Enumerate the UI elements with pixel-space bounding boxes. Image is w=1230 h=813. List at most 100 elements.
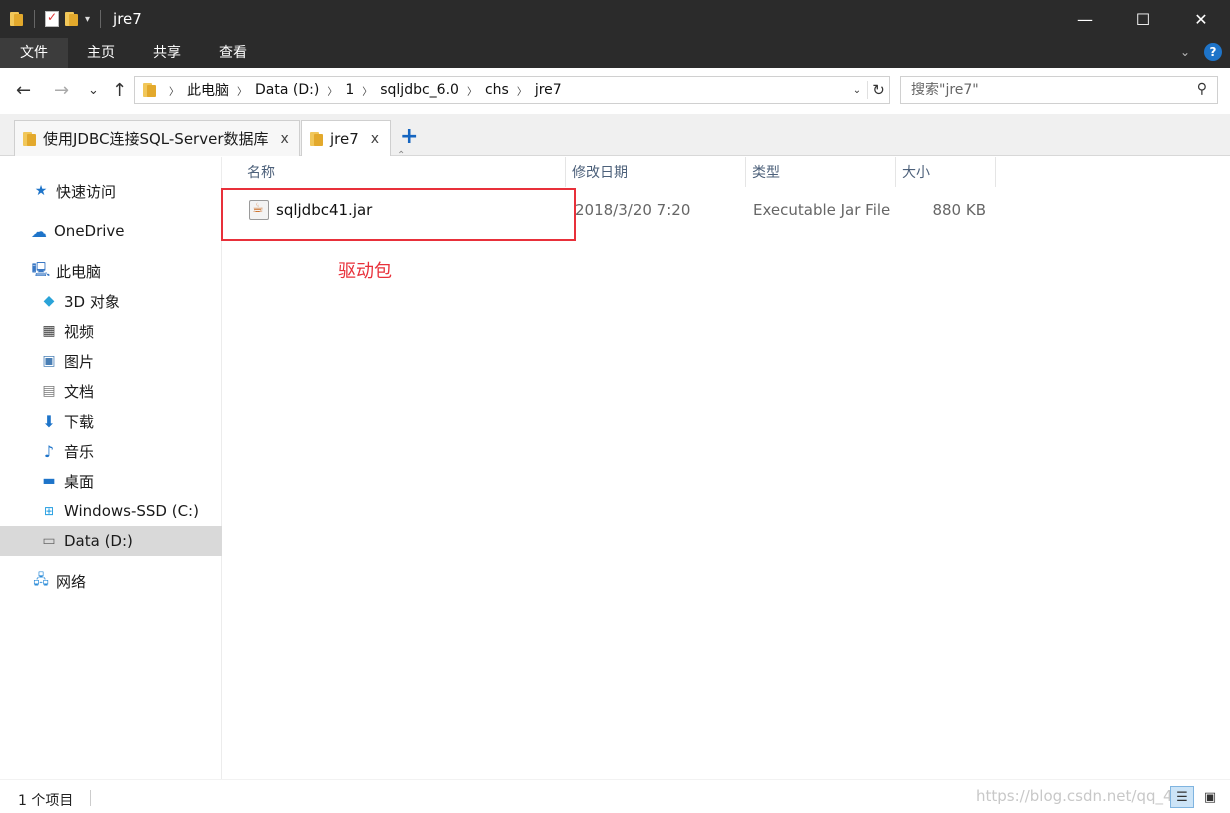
sidebar-item-onedrive[interactable]: ☁ OneDrive: [0, 216, 222, 246]
breadcrumb-data-d[interactable]: Data (D:): [247, 82, 327, 98]
sidebar-item-label: 图片: [64, 352, 95, 371]
sidebar-item-data-d[interactable]: ▭ Data (D:): [0, 526, 222, 556]
maximize-button[interactable]: ☐: [1114, 0, 1172, 38]
sidebar-item-desktop[interactable]: ▬ 桌面: [0, 466, 222, 496]
sidebar-item-this-pc[interactable]: 🖳 此电脑: [0, 256, 222, 286]
address-history-dropdown-icon[interactable]: ⌄: [847, 85, 867, 96]
breadcrumb-sqljdbc[interactable]: sqljdbc_6.0: [372, 82, 467, 98]
breadcrumb-chs[interactable]: chs: [477, 82, 517, 98]
properties-icon[interactable]: [45, 10, 59, 27]
ribbon-tab-file[interactable]: 文件: [0, 38, 68, 68]
large-icons-view-icon[interactable]: ▣: [1198, 786, 1222, 808]
file-date: 2018/3/20 7:20: [575, 201, 691, 219]
forward-button[interactable]: →: [54, 80, 69, 101]
sidebar-item-label: 此电脑: [56, 262, 102, 281]
column-header-date[interactable]: 修改日期: [566, 157, 746, 187]
sidebar-item-documents[interactable]: ▤ 文档: [0, 376, 222, 406]
details-view-icon[interactable]: ☰: [1170, 786, 1194, 808]
sidebar-item-label: 桌面: [64, 472, 95, 491]
highlight-annotation-box: [221, 188, 576, 241]
desktop-icon: ▬: [42, 473, 56, 489]
cube-icon: ◆: [43, 293, 55, 309]
picture-icon: ▣: [42, 353, 56, 369]
expand-ribbon-chevron-icon[interactable]: ⌄: [1180, 45, 1190, 59]
folder-tab-label: 使用JDBC连接SQL-Server数据库: [43, 130, 269, 148]
folder-tab-jdbc[interactable]: 使用JDBC连接SQL-Server数据库 x: [14, 120, 300, 156]
sidebar-item-3d-objects[interactable]: ◆ 3D 对象: [0, 286, 222, 316]
breadcrumb-separator-icon[interactable]: 〉: [327, 83, 337, 98]
sidebar-item-label: 音乐: [64, 442, 95, 461]
window-controls: — ☐ ✕: [1056, 0, 1230, 38]
recent-locations-button[interactable]: ⌄: [88, 83, 99, 98]
status-bar: 1 个项目 https://blog.csdn.net/qq_45 ☰ ▣: [0, 779, 1230, 813]
column-header-size[interactable]: 大小: [896, 157, 996, 187]
file-list: ⌃ 名称 修改日期 类型 大小 sqljdbc41.jar 2018/3/20 …: [221, 150, 1230, 779]
close-tab-icon[interactable]: x: [281, 131, 289, 147]
sidebar-item-label: Windows-SSD (C:): [64, 502, 199, 520]
toolbar-divider: [100, 10, 102, 28]
folder-tab-jre7[interactable]: jre7 x: [301, 120, 391, 156]
document-icon: ▤: [42, 383, 56, 399]
search-box[interactable]: ⚲: [900, 76, 1218, 104]
file-size: 880 KB: [932, 201, 986, 219]
sidebar-item-label: OneDrive: [54, 222, 125, 240]
folder-icon: [143, 82, 157, 98]
breadcrumb-jre7[interactable]: jre7: [527, 82, 570, 98]
address-bar[interactable]: 〉 此电脑 〉 Data (D:) 〉 1 〉 sqljdbc_6.0 〉 ch…: [134, 76, 890, 104]
sidebar-item-label: 快速访问: [56, 182, 117, 201]
sidebar-item-pictures[interactable]: ▣ 图片: [0, 346, 222, 376]
folder-icon: [310, 131, 324, 147]
minimize-button[interactable]: —: [1056, 0, 1114, 38]
sidebar-item-videos[interactable]: ▦ 视频: [0, 316, 222, 346]
breadcrumb-separator-icon[interactable]: 〉: [237, 83, 247, 98]
status-divider: [90, 790, 91, 806]
ribbon-tab-home[interactable]: 主页: [68, 38, 134, 68]
download-icon: ⬇: [42, 411, 56, 431]
folder-tabs-bar: 使用JDBC连接SQL-Server数据库 x jre7 x +: [0, 114, 1230, 156]
new-folder-icon[interactable]: [65, 11, 79, 27]
sidebar-item-label: 网络: [56, 572, 87, 591]
sidebar-item-downloads[interactable]: ⬇ 下载: [0, 406, 222, 436]
network-icon: 🖧: [33, 572, 49, 588]
search-input[interactable]: [911, 82, 1181, 98]
sidebar-item-music[interactable]: ♪ 音乐: [0, 436, 222, 466]
sidebar-item-label: 3D 对象: [64, 292, 120, 311]
breadcrumb-separator-icon[interactable]: 〉: [169, 83, 179, 98]
column-header-name[interactable]: 名称: [241, 157, 566, 187]
add-tab-button[interactable]: +: [400, 124, 418, 149]
refresh-icon[interactable]: ↻: [867, 81, 889, 99]
breadcrumb-1[interactable]: 1: [337, 82, 362, 98]
sidebar-item-network[interactable]: 🖧 网络: [0, 566, 222, 596]
ribbon-tabs: 文件 主页 共享 查看 ⌄ ?: [0, 38, 1230, 68]
annotation-label: 驱动包: [338, 261, 392, 282]
ribbon-tab-share[interactable]: 共享: [134, 38, 200, 68]
sidebar-item-quick-access[interactable]: ★ 快速访问: [0, 176, 222, 206]
column-header-type[interactable]: 类型: [746, 157, 896, 187]
ribbon-tab-view[interactable]: 查看: [200, 38, 266, 68]
up-button[interactable]: ↑: [112, 80, 127, 101]
file-type: Executable Jar File: [753, 201, 891, 219]
quick-access-toolbar: ▾: [0, 0, 105, 38]
sidebar-item-windows-ssd[interactable]: ⊞ Windows-SSD (C:): [0, 496, 222, 526]
address-bar-actions: ⌄ ↻: [847, 77, 889, 103]
breadcrumb-this-pc[interactable]: 此电脑: [179, 80, 237, 100]
ribbon-right-controls: ⌄ ?: [1180, 43, 1222, 61]
sidebar-item-label: Data (D:): [64, 532, 133, 550]
breadcrumb-separator-icon[interactable]: 〉: [517, 83, 527, 98]
close-button[interactable]: ✕: [1172, 0, 1230, 38]
sidebar-item-label: 下载: [64, 412, 95, 431]
breadcrumb-separator-icon[interactable]: 〉: [467, 83, 477, 98]
windows-drive-icon: ⊞: [43, 504, 55, 518]
item-count: 1 个项目: [18, 793, 74, 809]
search-icon[interactable]: ⚲: [1197, 81, 1207, 97]
close-tab-icon[interactable]: x: [371, 131, 379, 147]
help-icon[interactable]: ?: [1204, 43, 1222, 61]
toolbar-divider: [34, 10, 35, 28]
back-button[interactable]: ←: [16, 80, 31, 101]
film-icon: ▦: [42, 323, 56, 339]
customize-toolbar-dropdown-icon[interactable]: ▾: [85, 14, 90, 25]
folder-icon: [23, 131, 37, 147]
window-title: jre7: [113, 10, 142, 28]
cloud-icon: ☁: [31, 221, 47, 241]
breadcrumb-separator-icon[interactable]: 〉: [362, 83, 372, 98]
